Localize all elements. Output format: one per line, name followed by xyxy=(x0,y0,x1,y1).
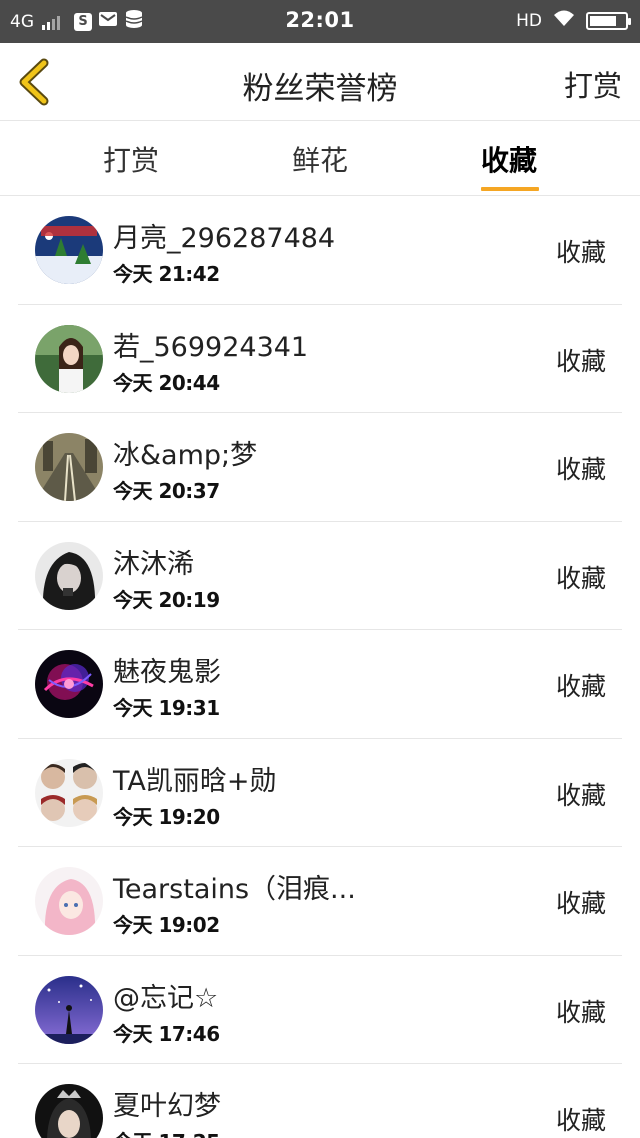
battery-icon xyxy=(586,11,631,30)
action-label: 收藏 xyxy=(555,780,606,810)
action-label: 收藏 xyxy=(555,563,606,593)
timestamp: 今天 20:44 xyxy=(113,370,220,395)
action-label: 收藏 xyxy=(555,997,606,1027)
status-right: HD xyxy=(516,9,631,32)
timestamp: 今天 21:42 xyxy=(113,262,220,286)
avatar[interactable] xyxy=(35,541,103,610)
user-name: 冰&amp;梦 xyxy=(113,440,258,471)
avatar[interactable] xyxy=(35,324,103,393)
user-name: 夏叶幻梦 xyxy=(113,1091,221,1122)
user-name: 若_569924341 xyxy=(113,331,309,363)
timestamp: 今天 19:31 xyxy=(113,696,220,720)
action-label: 收藏 xyxy=(555,346,606,376)
avatar[interactable] xyxy=(35,1084,103,1138)
list-item[interactable]: Tearstains（泪痕... 今天 19:02 收藏 xyxy=(18,847,622,956)
list-item[interactable]: 若_569924341 今天 20:44 收藏 xyxy=(18,305,622,413)
timestamp: 今天 20:19 xyxy=(113,587,220,612)
list-item[interactable]: 月亮_296287484 今天 21:42 收藏 xyxy=(18,196,622,305)
timestamp: 今天 19:20 xyxy=(113,804,220,829)
list-item[interactable]: 夏叶幻梦 今天 17:25 收藏 xyxy=(18,1064,622,1138)
tab-favorites[interactable]: 收藏 xyxy=(481,139,537,179)
tab-reward[interactable]: 打赏 xyxy=(103,139,159,179)
list-item[interactable]: TA凯丽晗+勋 今天 19:20 收藏 xyxy=(18,739,622,847)
action-label: 收藏 xyxy=(555,238,606,267)
avatar[interactable] xyxy=(35,216,103,284)
timestamp: 今天 17:25 xyxy=(113,1126,220,1138)
page-title: 粉丝荣誉榜 xyxy=(242,71,398,107)
timestamp: 今天 20:37 xyxy=(113,479,220,503)
active-tab-indicator xyxy=(481,187,539,191)
reward-button[interactable]: 打赏 xyxy=(564,63,622,105)
hd-label: HD xyxy=(516,10,542,31)
user-name: 月亮_296287484 xyxy=(113,223,336,254)
list-item[interactable]: 魅夜鬼影 今天 19:31 收藏 xyxy=(18,630,622,739)
avatar[interactable] xyxy=(35,433,103,501)
list-item[interactable]: @忘记☆ 今天 17:46 收藏 xyxy=(18,956,622,1064)
action-label: 收藏 xyxy=(555,1106,606,1135)
avatar[interactable] xyxy=(35,758,103,827)
tab-flowers[interactable]: 鲜花 xyxy=(292,139,348,179)
tab-bar: 打赏 鲜花 收藏 xyxy=(0,121,640,196)
user-name: Tearstains（泪痕... xyxy=(113,874,356,905)
fan-list: 月亮_296287484 今天 21:42 收藏 若_569924341 今天 … xyxy=(0,196,640,1138)
user-name: TA凯丽晗+勋 xyxy=(113,765,277,797)
avatar[interactable] xyxy=(35,650,103,718)
timestamp: 今天 19:02 xyxy=(113,913,220,937)
action-label: 收藏 xyxy=(555,455,606,484)
avatar[interactable] xyxy=(35,867,103,935)
timestamp: 今天 17:46 xyxy=(113,1021,220,1046)
title-bar: 粉丝荣誉榜 打赏 xyxy=(0,43,640,121)
status-bar: 4G S 22:01 HD xyxy=(0,0,640,43)
wifi-icon xyxy=(552,9,576,32)
action-label: 收藏 xyxy=(555,889,606,918)
user-name: @忘记☆ xyxy=(113,982,219,1014)
user-name: 沐沐浠 xyxy=(113,548,194,580)
list-item[interactable]: 冰&amp;梦 今天 20:37 收藏 xyxy=(18,413,622,522)
action-label: 收藏 xyxy=(555,672,606,701)
list-item[interactable]: 沐沐浠 今天 20:19 收藏 xyxy=(18,522,622,630)
user-name: 魅夜鬼影 xyxy=(113,657,221,688)
avatar[interactable] xyxy=(35,975,103,1044)
